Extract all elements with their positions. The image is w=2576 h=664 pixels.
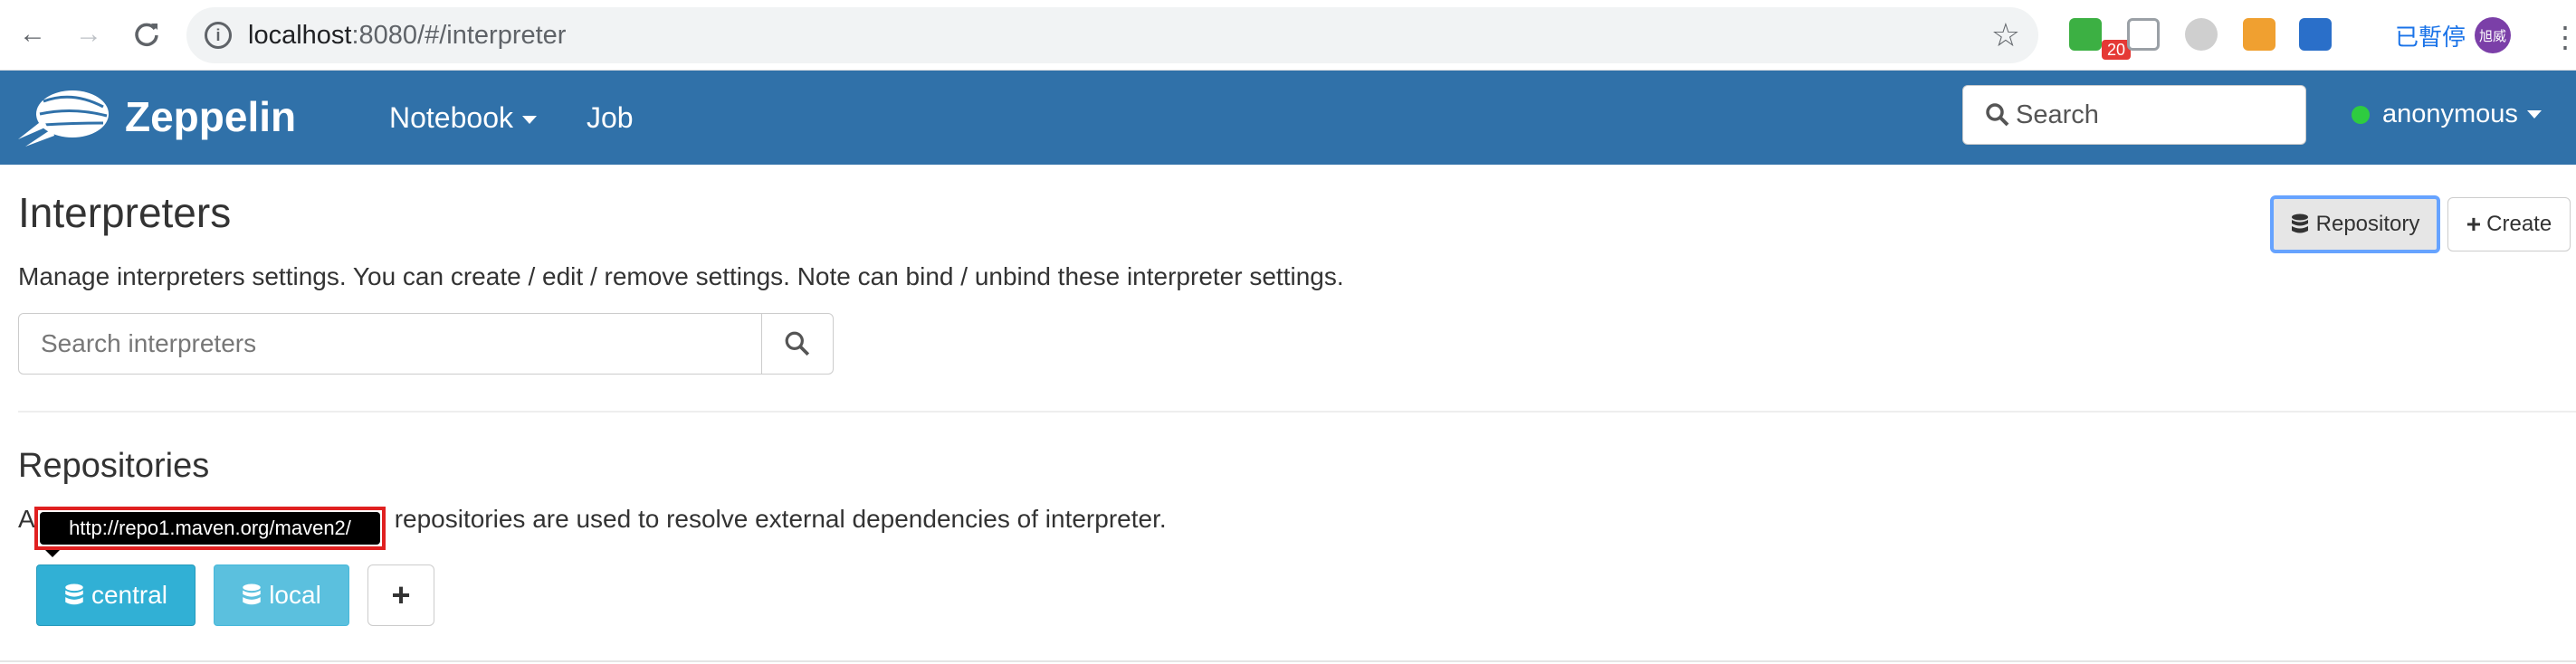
- profile-paused-button[interactable]: 已暫停 旭威: [2382, 13, 2523, 58]
- repository-label: central: [91, 581, 168, 609]
- job-link[interactable]: Job: [587, 101, 634, 135]
- blue-extension-icon[interactable]: [2299, 18, 2332, 51]
- database-icon: [2291, 213, 2308, 233]
- site-info-icon[interactable]: i: [205, 22, 232, 49]
- zeppelin-logo-icon[interactable]: [16, 83, 110, 150]
- caret-down-icon: [521, 116, 537, 125]
- user-label: anonymous: [2382, 100, 2518, 128]
- repository-label: local: [269, 581, 321, 609]
- shield-extension-icon[interactable]: [2127, 18, 2160, 51]
- forward-icon[interactable]: →: [69, 14, 109, 54]
- search-icon: [1986, 103, 2009, 127]
- database-icon: [65, 583, 83, 605]
- url-path: :8080/#/interpreter: [351, 21, 567, 50]
- caret-down-icon: [2526, 110, 2542, 119]
- plus-icon: +: [2466, 210, 2482, 238]
- interpreter-search: [18, 313, 834, 375]
- bottom-divider: [0, 660, 2576, 662]
- line-extension-icon[interactable]: [2069, 18, 2102, 51]
- tooltip-arrow: [45, 550, 60, 557]
- circle-extension-icon[interactable]: [2185, 18, 2218, 51]
- repository-url-tooltip: http://repo1.maven.org/maven2/: [40, 512, 380, 545]
- create-button-label: Create: [2486, 212, 2552, 236]
- navbar-search[interactable]: [1962, 85, 2306, 145]
- avatar: 旭威: [2475, 17, 2512, 53]
- paused-label: 已暫停: [2395, 23, 2466, 51]
- brand-name[interactable]: Zeppelin: [125, 92, 296, 141]
- app-navbar: Zeppelin Notebook Job anonymous: [0, 71, 2576, 165]
- interpreter-search-button[interactable]: [761, 313, 834, 375]
- repository-button[interactable]: Repository: [2270, 195, 2440, 253]
- bookmark-star-icon[interactable]: ☆: [1991, 16, 2020, 54]
- repositories-description-prefix: A: [18, 505, 35, 533]
- navbar-search-input[interactable]: [2016, 99, 2287, 131]
- divider: [18, 411, 2576, 413]
- database-icon: [243, 583, 261, 605]
- add-repository-button[interactable]: +: [367, 564, 434, 626]
- notebook-menu[interactable]: Notebook: [389, 101, 537, 135]
- user-menu[interactable]: anonymous: [2352, 100, 2542, 129]
- page-title: Interpreters: [18, 189, 232, 236]
- interpreter-search-input[interactable]: [18, 313, 762, 375]
- repository-local-button[interactable]: local: [214, 564, 349, 626]
- repository-button-label: Repository: [2315, 212, 2420, 236]
- search-icon: [785, 331, 810, 356]
- browser-toolbar: ← → i localhost:8080/#/interpreter ☆ 20 …: [0, 0, 2576, 71]
- repositories-description-suffix: repositories are used to resolve externa…: [394, 505, 1167, 533]
- create-button[interactable]: + Create: [2447, 197, 2571, 251]
- orange-extension-icon[interactable]: [2243, 18, 2275, 51]
- menu-kebab-icon[interactable]: ⋮: [2551, 20, 2576, 54]
- url-text[interactable]: localhost:8080/#/interpreter: [248, 21, 566, 51]
- repository-central-button[interactable]: central: [36, 564, 196, 626]
- repositories-title: Repositories: [18, 447, 210, 485]
- page-description: Manage interpreters settings. You can cr…: [18, 262, 1344, 290]
- online-status-icon: [2352, 105, 2370, 124]
- address-bar[interactable]: i localhost:8080/#/interpreter ☆: [186, 7, 2038, 63]
- url-host: localhost: [248, 21, 352, 50]
- reload-icon[interactable]: [127, 14, 167, 54]
- back-icon[interactable]: ←: [13, 14, 52, 54]
- notebook-label: Notebook: [389, 101, 513, 134]
